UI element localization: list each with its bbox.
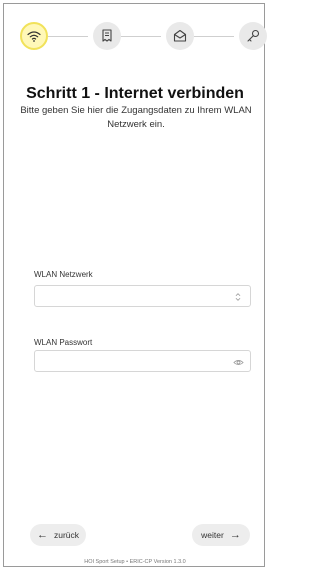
back-button-label: zurück xyxy=(53,530,80,540)
version-footer: HOI Sport Setup • ERIC-CP Version 1.3.0 xyxy=(84,559,186,565)
document-icon xyxy=(102,29,112,42)
network-label: WLAN Netzwerk xyxy=(34,270,93,279)
chevron-updown-icon[interactable] xyxy=(232,291,244,303)
arrow-left-icon: ← xyxy=(36,528,48,541)
step-1-wifi xyxy=(20,22,48,50)
back-button[interactable]: ← zurück xyxy=(30,524,86,546)
wifi-icon xyxy=(27,31,41,42)
network-select[interactable] xyxy=(34,285,251,307)
step-connector xyxy=(121,36,161,37)
key-icon xyxy=(247,29,260,42)
password-field[interactable] xyxy=(34,350,251,372)
next-button[interactable]: weiter → xyxy=(192,524,250,546)
step-connector xyxy=(48,36,88,37)
eye-icon[interactable] xyxy=(232,356,244,368)
page-subtitle: Bitte geben Sie hier die Zugangsdaten zu… xyxy=(20,105,252,130)
step-connector xyxy=(194,36,234,37)
step-4-key xyxy=(239,22,267,50)
next-button-label: weiter xyxy=(201,530,224,540)
password-label: WLAN Passwort xyxy=(34,338,93,347)
step-indicator xyxy=(4,22,267,54)
page-title: Schritt 1 - Internet verbinden xyxy=(26,85,244,102)
step-2-document xyxy=(93,22,121,50)
mail-icon xyxy=(173,29,187,42)
arrow-right-icon: → xyxy=(229,528,241,541)
setup-window: Schritt 1 - Internet verbinden Bitte geb… xyxy=(3,3,267,567)
step-3-mail xyxy=(166,22,194,50)
